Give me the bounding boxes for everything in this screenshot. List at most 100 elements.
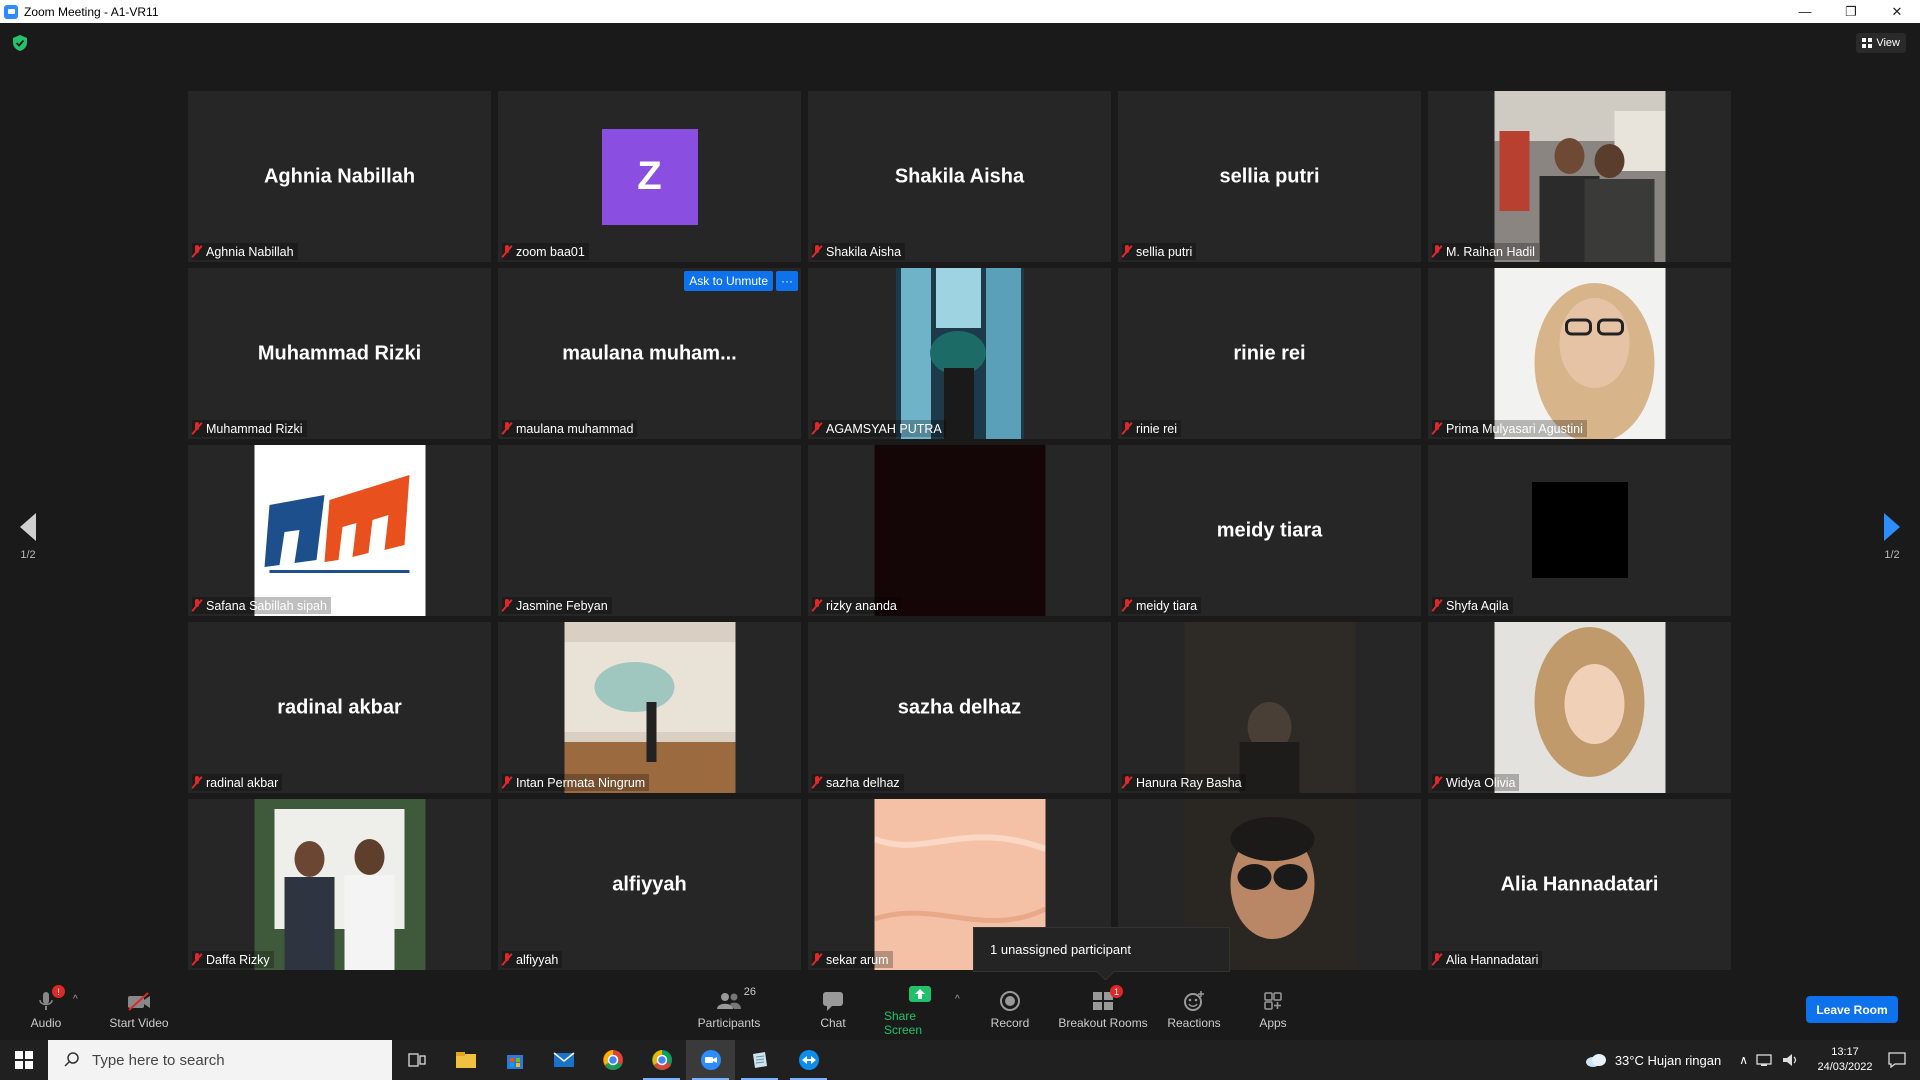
participant-name: Aghnia Nabillah [206, 244, 294, 259]
participant-tile[interactable]: AGAMSYAH PUTRA [808, 268, 1111, 439]
grid-icon [1862, 38, 1873, 48]
muted-mic-icon [812, 599, 822, 612]
participant-tile[interactable]: Intan Permata Ningrum [498, 622, 801, 793]
participant-tile[interactable]: sellia putri sellia putri [1118, 91, 1421, 262]
share-screen-button[interactable]: Share Screen [884, 980, 956, 1040]
next-page-label: 1/2 [1884, 549, 1900, 561]
participant-name: radinal akbar [206, 775, 279, 790]
start-video-button[interactable]: Start Video [104, 980, 174, 1040]
apps-icon [1263, 990, 1283, 1012]
windows-taskbar: Type here to search 33°C Hujan ringan ∧ … [0, 1040, 1920, 1080]
next-page-button[interactable]: 1/2 [1872, 513, 1912, 561]
participant-tile[interactable]: sazha delhaz sazha delhaz [808, 622, 1111, 793]
start-button[interactable] [0, 1040, 48, 1080]
participants-button[interactable]: 26 Participants [694, 980, 764, 1040]
participant-tile[interactable]: Hanura Ray Basha [1118, 622, 1421, 793]
store-icon[interactable] [490, 1040, 539, 1080]
restore-icon[interactable]: ❐ [1828, 0, 1874, 23]
participant-display-name: sazha delhaz [897, 696, 1022, 718]
participant-tile[interactable]: Safana Sabillah sipah [188, 445, 491, 616]
weather-text[interactable]: 33°C Hujan ringan [1615, 1053, 1721, 1068]
muted-mic-icon [1432, 599, 1442, 612]
record-icon [1000, 990, 1020, 1012]
participant-tile[interactable]: Z zoom baa01 [498, 91, 801, 262]
meeting-area: View 1/2 1/2 Aghnia Nabillah Aghnia Nabi… [0, 23, 1920, 980]
share-options-caret-icon[interactable]: ^ [955, 994, 960, 1005]
participant-label: sekar arum [812, 951, 893, 968]
participant-tile[interactable]: Shyfa Aqila [1428, 445, 1731, 616]
ask-to-unmute-button[interactable]: Ask to Unmute [684, 271, 773, 291]
apps-button[interactable]: Apps [1256, 980, 1290, 1040]
participant-tile[interactable]: Aghnia Nabillah Aghnia Nabillah [188, 91, 491, 262]
window-controls: — ❐ ✕ [1782, 0, 1920, 23]
reactions-label: Reactions [1167, 1016, 1221, 1030]
teamviewer-icon[interactable] [784, 1040, 833, 1080]
taskbar-search-box[interactable]: Type here to search [48, 1040, 392, 1080]
breakout-rooms-button[interactable]: 1 Breakout Rooms [1058, 980, 1148, 1040]
tray-chevron-icon[interactable]: ∧ [1739, 1053, 1748, 1067]
participant-tile[interactable]: Prima Mulyasari Agustini [1428, 268, 1731, 439]
muted-mic-icon [812, 245, 822, 258]
participant-tile[interactable]: Widya Olivia [1428, 622, 1731, 793]
volume-icon[interactable] [1782, 1053, 1800, 1067]
participant-name: zoom baa01 [516, 244, 585, 259]
more-options-button[interactable]: ··· [776, 271, 798, 291]
reactions-button[interactable]: Reactions [1167, 980, 1221, 1040]
participant-label: Aghnia Nabillah [192, 243, 298, 260]
task-view-icon[interactable] [392, 1040, 441, 1080]
participant-tile[interactable]: alfiyyah alfiyyah [498, 799, 801, 970]
participant-display-name: maulana muham... [562, 342, 737, 364]
two-friends-photo [254, 799, 425, 970]
clock-date: 24/03/2022 [1817, 1061, 1873, 1073]
zoom-app-icon[interactable] [686, 1040, 735, 1080]
participant-label: Shakila Aisha [812, 243, 906, 260]
close-icon[interactable]: ✕ [1874, 0, 1920, 23]
participant-tile[interactable]: Shakila Aisha Shakila Aisha [808, 91, 1111, 262]
audio-options-caret-icon[interactable]: ^ [73, 994, 78, 1005]
arrow-left-icon [20, 513, 36, 541]
participant-name: Safana Sabillah sipah [206, 598, 327, 613]
participant-name: rinie rei [1136, 421, 1177, 436]
chrome-profile-icon[interactable] [637, 1040, 686, 1080]
participants-icon: 26 [716, 986, 756, 1012]
leave-room-button[interactable]: Leave Room [1806, 996, 1898, 1023]
participant-tile[interactable]: M. Raihan Hadil [1428, 91, 1731, 262]
view-button[interactable]: View [1856, 33, 1906, 53]
participant-tile[interactable]: Daffa Rizky [188, 799, 491, 970]
file-explorer-icon[interactable] [441, 1040, 490, 1080]
participant-tile[interactable]: rinie rei rinie rei [1118, 268, 1421, 439]
notification-icon[interactable] [1888, 1052, 1906, 1068]
participant-tile[interactable]: radinal akbar radinal akbar [188, 622, 491, 793]
clock[interactable]: 13:17 24/03/2022 [1808, 1045, 1882, 1075]
chat-button[interactable]: Chat [815, 980, 851, 1040]
participant-display-name: radinal akbar [277, 696, 402, 718]
participant-label: sellia putri [1122, 243, 1197, 260]
gallery-photo [564, 622, 735, 793]
participant-label: maulana muhammad [502, 420, 638, 437]
network-icon[interactable] [1756, 1053, 1774, 1067]
minimize-icon[interactable]: — [1782, 0, 1828, 23]
record-button[interactable]: Record [990, 980, 1030, 1040]
participant-tile[interactable]: Alia Hannadatari Alia Hannadatari [1428, 799, 1731, 970]
participant-name: M. Raihan Hadil [1446, 244, 1535, 259]
mail-icon[interactable] [539, 1040, 588, 1080]
shield-check-icon[interactable] [13, 35, 27, 51]
participant-tile[interactable]: meidy tiara meidy tiara [1118, 445, 1421, 616]
participant-name: Prima Mulyasari Agustini [1446, 421, 1583, 436]
muted-mic-icon [502, 599, 512, 612]
participant-tile[interactable]: Ask to Unmute ··· maulana muham... maula… [498, 268, 801, 439]
audio-button[interactable]: ! Audio [26, 980, 66, 1040]
muted-mic-icon [502, 245, 512, 258]
start-video-label: Start Video [109, 1016, 169, 1030]
participant-tile[interactable]: Jasmine Febyan [498, 445, 801, 616]
breakout-rooms-icon: 1 [1092, 985, 1123, 1012]
notepad-icon[interactable] [735, 1040, 784, 1080]
prev-page-button[interactable]: 1/2 [8, 513, 48, 561]
ilmu-komunikasi-logo [254, 445, 425, 616]
participant-label: Hanura Ray Basha [1122, 774, 1246, 791]
participant-name: meidy tiara [1136, 598, 1198, 613]
participant-label: sazha delhaz [812, 774, 904, 791]
participant-tile[interactable]: Muhammad Rizki Muhammad Rizki [188, 268, 491, 439]
chrome-icon[interactable] [588, 1040, 637, 1080]
participant-tile[interactable]: rizky ananda [808, 445, 1111, 616]
